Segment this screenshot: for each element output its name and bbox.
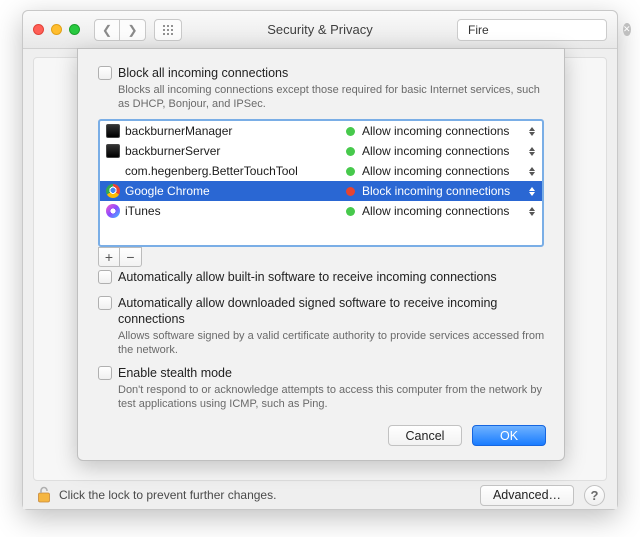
- popup-stepper-icon: [527, 127, 536, 136]
- footer-bar: Click the lock to prevent further change…: [23, 481, 617, 509]
- status-dot-icon: [346, 127, 355, 136]
- grid-icon: [163, 25, 173, 35]
- stealth-row: Enable stealth mode: [98, 365, 550, 381]
- search-input[interactable]: [468, 23, 623, 37]
- prefs-window: ❮ ❯ Security & Privacy ✕ Block all incom…: [22, 10, 618, 510]
- app-state-popup[interactable]: Allow incoming connections: [346, 144, 536, 158]
- auto-signed-row: Automatically allow downloaded signed so…: [98, 295, 550, 327]
- close-window-button[interactable]: [33, 24, 44, 35]
- app-state-label: Allow incoming connections: [362, 144, 509, 158]
- show-all-button[interactable]: [154, 19, 182, 41]
- app-state-label: Block incoming connections: [362, 184, 510, 198]
- clear-search-button[interactable]: ✕: [623, 23, 631, 36]
- search-field[interactable]: ✕: [457, 19, 607, 41]
- sheet-buttons: Cancel OK: [92, 425, 550, 446]
- app-name: com.hegenberg.BetterTouchTool: [125, 164, 346, 178]
- app-icon: [106, 184, 120, 198]
- popup-stepper-icon: [527, 207, 536, 216]
- auto-builtin-row: Automatically allow built-in software to…: [98, 269, 550, 285]
- lock-text: Click the lock to prevent further change…: [59, 488, 480, 502]
- stealth-label: Enable stealth mode: [118, 365, 232, 381]
- app-row[interactable]: iTunes Allow incoming connections: [100, 201, 542, 221]
- auto-builtin-label: Automatically allow built-in software to…: [118, 269, 497, 285]
- app-row[interactable]: backburnerManager Allow incoming connecti…: [100, 121, 542, 141]
- zoom-window-button[interactable]: [69, 24, 80, 35]
- app-name: backburnerServer: [125, 144, 346, 158]
- app-row[interactable]: com.hegenberg.BetterTouchTool Allow incom…: [100, 161, 542, 181]
- auto-signed-help: Allows software signed by a valid certif…: [118, 329, 550, 357]
- add-app-button[interactable]: +: [98, 247, 120, 267]
- stealth-checkbox[interactable]: [98, 366, 112, 380]
- advanced-button[interactable]: Advanced…: [480, 485, 574, 506]
- block-all-checkbox[interactable]: [98, 66, 112, 80]
- app-state-popup[interactable]: Block incoming connections: [346, 184, 536, 198]
- popup-stepper-icon: [527, 147, 536, 156]
- app-state-popup[interactable]: Allow incoming connections: [346, 204, 536, 218]
- app-icon: [106, 204, 120, 218]
- app-name: Google Chrome: [125, 184, 346, 198]
- auto-builtin-checkbox[interactable]: [98, 270, 112, 284]
- stealth-help: Don't respond to or acknowledge attempts…: [118, 383, 550, 411]
- block-all-row: Block all incoming connections: [98, 65, 550, 81]
- app-list[interactable]: backburnerManager Allow incoming connecti…: [98, 119, 544, 247]
- app-state-label: Allow incoming connections: [362, 204, 509, 218]
- app-state-label: Allow incoming connections: [362, 164, 509, 178]
- cancel-button[interactable]: Cancel: [388, 425, 462, 446]
- add-remove-group: + −: [98, 247, 550, 267]
- forward-button[interactable]: ❯: [120, 19, 146, 41]
- app-row[interactable]: backburnerServer Allow incoming connectio…: [100, 141, 542, 161]
- prefs-body: Block all incoming connections Blocks al…: [23, 49, 617, 509]
- status-dot-icon: [346, 207, 355, 216]
- titlebar: ❮ ❯ Security & Privacy ✕: [23, 11, 617, 49]
- app-row[interactable]: Google Chrome Block incoming connections: [100, 181, 542, 201]
- block-all-help: Blocks all incoming connections except t…: [118, 83, 550, 111]
- app-icon: [106, 144, 120, 158]
- status-dot-icon: [346, 147, 355, 156]
- popup-stepper-icon: [527, 187, 536, 196]
- status-dot-icon: [346, 187, 355, 196]
- help-button[interactable]: ?: [584, 485, 605, 506]
- status-dot-icon: [346, 167, 355, 176]
- app-name: backburnerManager: [125, 124, 346, 138]
- app-state-popup[interactable]: Allow incoming connections: [346, 124, 536, 138]
- app-state-label: Allow incoming connections: [362, 124, 509, 138]
- block-all-label: Block all incoming connections: [118, 65, 288, 81]
- app-name: iTunes: [125, 204, 346, 218]
- lock-icon[interactable]: [37, 486, 51, 504]
- auto-signed-label: Automatically allow downloaded signed so…: [118, 295, 550, 327]
- popup-stepper-icon: [527, 167, 536, 176]
- remove-app-button[interactable]: −: [120, 247, 142, 267]
- traffic-lights: [33, 24, 80, 35]
- auto-signed-checkbox[interactable]: [98, 296, 112, 310]
- back-button[interactable]: ❮: [94, 19, 120, 41]
- nav-group: ❮ ❯: [94, 19, 146, 41]
- firewall-options-sheet: Block all incoming connections Blocks al…: [77, 48, 565, 461]
- app-state-popup[interactable]: Allow incoming connections: [346, 164, 536, 178]
- ok-button[interactable]: OK: [472, 425, 546, 446]
- app-icon: [106, 124, 120, 138]
- minimize-window-button[interactable]: [51, 24, 62, 35]
